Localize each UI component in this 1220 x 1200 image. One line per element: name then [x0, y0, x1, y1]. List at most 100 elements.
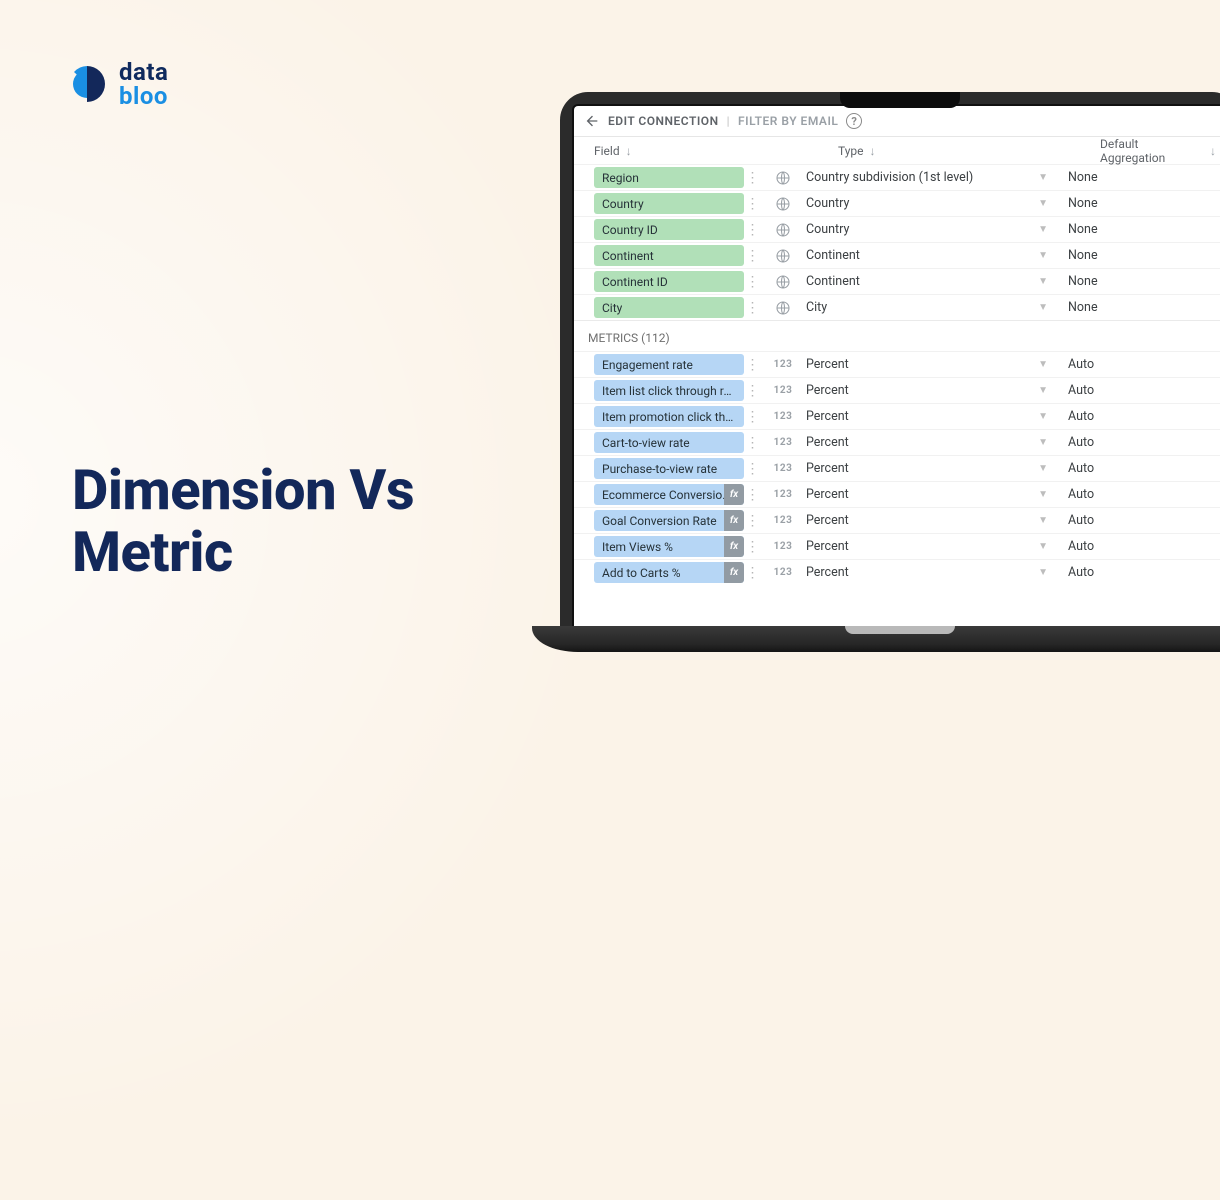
type-cell[interactable]: Country▼ — [806, 222, 1068, 237]
dimension-field-pill[interactable]: Continent — [594, 245, 744, 266]
chevron-down-icon[interactable]: ▼ — [1038, 224, 1048, 235]
row-menu-icon[interactable]: ⋮ — [744, 358, 760, 372]
aggregation-cell[interactable]: Auto — [1068, 487, 1216, 502]
type-label: Continent — [806, 274, 860, 289]
aggregation-cell[interactable]: Auto — [1068, 435, 1216, 450]
type-cell[interactable]: Percent▼ — [806, 487, 1068, 502]
type-label: Percent — [806, 461, 849, 476]
aggregation-cell[interactable]: None — [1068, 274, 1216, 289]
dimension-row: Country ID⋮ Country▼None — [574, 216, 1220, 242]
field-name: Cart-to-view rate — [602, 436, 690, 450]
col-header-field[interactable]: Field↓ — [594, 144, 776, 158]
chevron-down-icon[interactable]: ▼ — [1038, 302, 1048, 313]
col-header-type[interactable]: Type↓ — [838, 144, 1100, 158]
metric-field-pill[interactable]: Add to Carts %fx — [594, 562, 744, 583]
type-cell[interactable]: Percent▼ — [806, 409, 1068, 424]
type-cell[interactable]: Percent▼ — [806, 513, 1068, 528]
chevron-down-icon[interactable]: ▼ — [1038, 411, 1048, 422]
laptop-base — [532, 626, 1220, 652]
chevron-down-icon[interactable]: ▼ — [1038, 250, 1048, 261]
chevron-down-icon[interactable]: ▼ — [1038, 489, 1048, 500]
chevron-down-icon[interactable]: ▼ — [1038, 172, 1048, 183]
chevron-down-icon[interactable]: ▼ — [1038, 515, 1048, 526]
type-cell[interactable]: Country subdivision (1st level)▼ — [806, 170, 1068, 185]
type-cell[interactable]: Continent ▼ — [806, 274, 1068, 289]
aggregation-cell[interactable]: Auto — [1068, 409, 1216, 424]
aggregation-cell[interactable]: None — [1068, 300, 1216, 315]
type-cell[interactable]: Percent▼ — [806, 565, 1068, 580]
number-123-icon: 123 — [774, 541, 792, 552]
row-menu-icon[interactable]: ⋮ — [744, 488, 760, 502]
dimension-field-pill[interactable]: Region — [594, 167, 744, 188]
metric-field-pill[interactable]: Goal Conversion Ratefx — [594, 510, 744, 531]
aggregation-cell[interactable]: Auto — [1068, 539, 1216, 554]
type-cell[interactable]: Percent ▼ — [806, 357, 1068, 372]
metric-field-pill[interactable]: Engagement rate — [594, 354, 744, 375]
type-cell[interactable]: City▼ — [806, 300, 1068, 315]
metric-field-pill[interactable]: Ecommerce Conversion R…fx — [594, 484, 744, 505]
aggregation-cell[interactable]: Auto — [1068, 357, 1216, 372]
chevron-down-icon[interactable]: ▼ — [1038, 198, 1048, 209]
field-name: Ecommerce Conversion R… — [602, 488, 736, 502]
type-cell[interactable]: Country▼ — [806, 196, 1068, 211]
chevron-down-icon[interactable]: ▼ — [1038, 359, 1048, 370]
dimension-row: Country⋮ Country▼None — [574, 190, 1220, 216]
help-icon[interactable]: ? — [846, 113, 862, 129]
type-cell[interactable]: Percent▼ — [806, 435, 1068, 450]
chevron-down-icon[interactable]: ▼ — [1038, 463, 1048, 474]
globe-icon — [774, 170, 792, 186]
dimension-field-pill[interactable]: City — [594, 297, 744, 318]
edit-connection-label[interactable]: EDIT CONNECTION — [608, 114, 719, 128]
metric-field-pill[interactable]: Purchase-to-view rate — [594, 458, 744, 479]
aggregation-cell[interactable]: Auto — [1068, 461, 1216, 476]
aggregation-cell[interactable]: None — [1068, 222, 1216, 237]
chevron-down-icon[interactable]: ▼ — [1038, 385, 1048, 396]
row-menu-icon[interactable]: ⋮ — [744, 384, 760, 398]
chevron-down-icon[interactable]: ▼ — [1038, 276, 1048, 287]
type-cell[interactable]: Percent ▼ — [806, 461, 1068, 476]
aggregation-cell[interactable]: Auto — [1068, 565, 1216, 580]
row-menu-icon[interactable]: ⋮ — [744, 566, 760, 580]
field-name: Item list click through rate — [602, 384, 736, 398]
chevron-down-icon[interactable]: ▼ — [1038, 541, 1048, 552]
type-cell[interactable]: Percent▼ — [806, 539, 1068, 554]
dimension-row: City⋮ City▼None — [574, 294, 1220, 320]
row-menu-icon[interactable]: ⋮ — [744, 197, 760, 211]
fx-badge: fx — [724, 536, 744, 557]
row-menu-icon[interactable]: ⋮ — [744, 540, 760, 554]
field-name: Add to Carts % — [602, 566, 681, 580]
aggregation-cell[interactable]: None — [1068, 170, 1216, 185]
chevron-down-icon[interactable]: ▼ — [1038, 567, 1048, 578]
aggregation-cell[interactable]: Auto — [1068, 513, 1216, 528]
metric-field-pill[interactable]: Item Views %fx — [594, 536, 744, 557]
type-label: Percent — [806, 357, 849, 372]
row-menu-icon[interactable]: ⋮ — [744, 436, 760, 450]
row-menu-icon[interactable]: ⋮ — [744, 249, 760, 263]
row-menu-icon[interactable]: ⋮ — [744, 301, 760, 315]
row-menu-icon[interactable]: ⋮ — [744, 223, 760, 237]
type-cell[interactable]: Percent▼ — [806, 383, 1068, 398]
aggregation-cell[interactable]: None — [1068, 196, 1216, 211]
back-arrow-icon[interactable] — [584, 113, 600, 129]
dimension-row: Region⋮ Country subdivision (1st level)▼N… — [574, 164, 1220, 190]
metric-field-pill[interactable]: Item list click through rate — [594, 380, 744, 401]
type-cell[interactable]: Continent▼ — [806, 248, 1068, 263]
metric-field-pill[interactable]: Item promotion click thro… — [594, 406, 744, 427]
col-header-aggregation[interactable]: Default Aggregation↓ — [1100, 137, 1216, 165]
metric-field-pill[interactable]: Cart-to-view rate — [594, 432, 744, 453]
row-menu-icon[interactable]: ⋮ — [744, 171, 760, 185]
sort-arrow-icon: ↓ — [1210, 144, 1216, 158]
dimension-field-pill[interactable]: Continent ID — [594, 271, 744, 292]
chevron-down-icon[interactable]: ▼ — [1038, 437, 1048, 448]
aggregation-cell[interactable]: Auto — [1068, 383, 1216, 398]
row-menu-icon[interactable]: ⋮ — [744, 514, 760, 528]
aggregation-cell[interactable]: None — [1068, 248, 1216, 263]
dimension-field-pill[interactable]: Country — [594, 193, 744, 214]
row-menu-icon[interactable]: ⋮ — [744, 462, 760, 476]
row-menu-icon[interactable]: ⋮ — [744, 410, 760, 424]
row-menu-icon[interactable]: ⋮ — [744, 275, 760, 289]
globe-icon — [774, 248, 792, 264]
field-name: Continent ID — [602, 275, 668, 289]
filter-by-email-label[interactable]: FILTER BY EMAIL — [738, 114, 838, 128]
dimension-field-pill[interactable]: Country ID — [594, 219, 744, 240]
